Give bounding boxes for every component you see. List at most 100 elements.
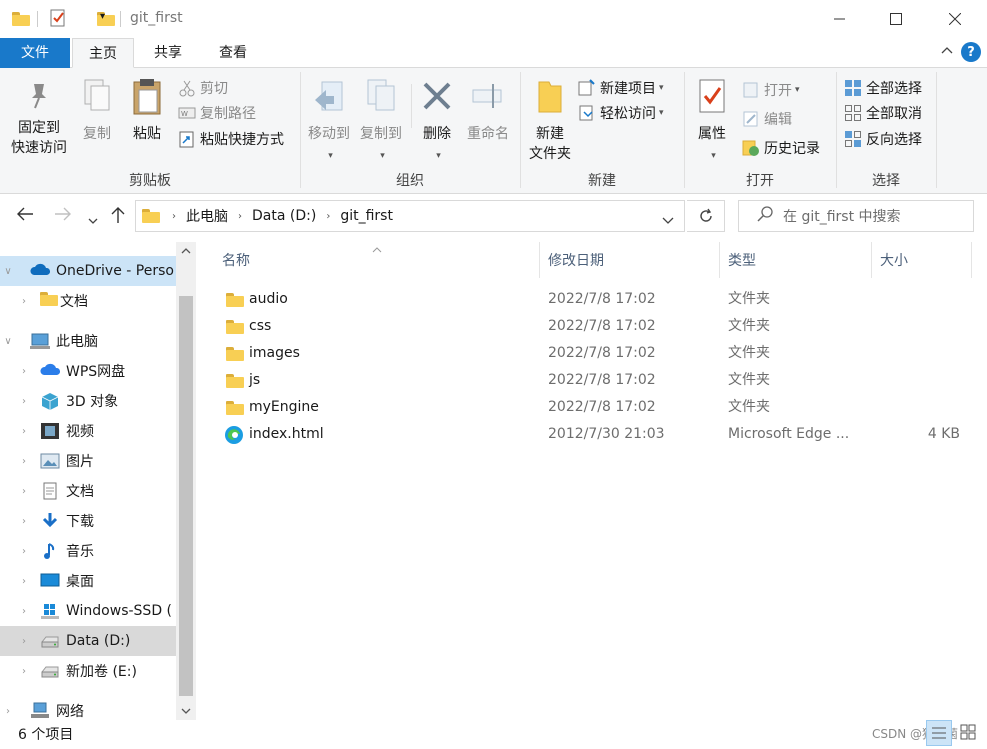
- select-none-icon: [844, 104, 862, 122]
- maximize-button[interactable]: [873, 0, 919, 38]
- new-item-button[interactable]: 新建项目 ▾: [578, 76, 664, 100]
- ribbon-tabs: 文件 主页 共享 查看 ?: [0, 38, 987, 68]
- expand-chevron-icon[interactable]: ›: [16, 546, 32, 557]
- file-row[interactable]: js 2022/7/8 17:02 文件夹: [216, 367, 976, 394]
- edit-button[interactable]: 编辑: [742, 107, 792, 131]
- expand-chevron-icon[interactable]: ›: [16, 486, 32, 497]
- expand-chevron-icon[interactable]: ›: [16, 666, 32, 677]
- cut-button[interactable]: 剪切: [178, 76, 228, 100]
- expand-chevron-icon[interactable]: ›: [16, 296, 32, 307]
- paste-shortcut-button[interactable]: 粘贴快捷方式: [178, 127, 284, 151]
- tab-share[interactable]: 共享: [140, 38, 196, 68]
- breadcrumb-this-pc[interactable]: 此电脑: [186, 206, 228, 226]
- easy-access-button[interactable]: 轻松访问 ▾: [578, 101, 664, 125]
- file-type: 文件夹: [728, 345, 770, 361]
- copy-path-button[interactable]: W 复制路径: [178, 101, 256, 125]
- nav-item-videos[interactable]: › 视频: [0, 416, 176, 446]
- minimize-button[interactable]: [817, 0, 863, 38]
- forward-arrow-icon[interactable]: [54, 206, 72, 226]
- nav-item-downloads[interactable]: › 下载: [0, 506, 176, 536]
- nav-item-this-pc[interactable]: ∨ 此电脑: [0, 326, 176, 356]
- new-folder-button[interactable]: 新建 文件夹: [526, 78, 574, 164]
- search-input[interactable]: 在 git_first 中搜索: [738, 200, 974, 232]
- network-icon: [30, 702, 50, 720]
- customize-quick-access-icon[interactable]: ▾: [100, 11, 105, 22]
- recent-locations-chevron-icon[interactable]: [88, 210, 98, 229]
- column-header-date[interactable]: 修改日期: [540, 242, 720, 278]
- address-history-chevron-icon[interactable]: [662, 213, 674, 229]
- collapse-ribbon-icon[interactable]: [941, 44, 953, 59]
- nav-item-onedrive[interactable]: ∨ OneDrive - Perso: [0, 256, 176, 286]
- expand-chevron-icon[interactable]: ›: [0, 706, 16, 717]
- copy-button[interactable]: 复制: [76, 78, 118, 144]
- breadcrumb-git-first[interactable]: git_first: [340, 208, 393, 224]
- nav-item-music[interactable]: › 音乐: [0, 536, 176, 566]
- column-header-type[interactable]: 类型: [720, 242, 872, 278]
- history-button[interactable]: 历史记录: [742, 136, 820, 160]
- expand-chevron-icon[interactable]: ›: [16, 366, 32, 377]
- file-row[interactable]: audio 2022/7/8 17:02 文件夹: [216, 286, 976, 313]
- file-row[interactable]: myEngine 2022/7/8 17:02 文件夹: [216, 394, 976, 421]
- help-icon[interactable]: ?: [961, 42, 981, 62]
- rename-button[interactable]: 重命名: [462, 78, 514, 144]
- expand-chevron-icon[interactable]: ›: [16, 456, 32, 467]
- up-arrow-icon[interactable]: [110, 206, 126, 228]
- expand-chevron-icon[interactable]: ›: [16, 636, 32, 647]
- select-all-button[interactable]: 全部选择: [844, 76, 922, 100]
- properties-quick-icon[interactable]: [49, 9, 67, 31]
- scroll-thumb[interactable]: [179, 296, 193, 696]
- nav-item-desktop[interactable]: › 桌面: [0, 566, 176, 596]
- expand-chevron-icon[interactable]: ∨: [0, 266, 16, 277]
- properties-button[interactable]: 属性 ▾: [692, 78, 732, 166]
- file-size: 4 KB: [927, 426, 960, 442]
- address-input[interactable]: › 此电脑 › Data (D:) › git_first: [135, 200, 685, 232]
- nav-item-network[interactable]: › 网络: [0, 696, 176, 720]
- close-button[interactable]: [932, 0, 978, 38]
- nav-item-windows-ssd[interactable]: › Windows-SSD (: [0, 596, 176, 626]
- paste-button[interactable]: 粘贴: [124, 78, 170, 144]
- invert-selection-button[interactable]: 反向选择: [844, 127, 922, 151]
- column-header-size[interactable]: 大小: [872, 242, 972, 278]
- file-row[interactable]: index.html 2012/7/30 21:03 Microsoft Edg…: [216, 421, 976, 448]
- breadcrumb-chevron-icon[interactable]: ›: [326, 211, 330, 222]
- breadcrumb-chevron-icon[interactable]: ›: [172, 211, 176, 222]
- large-icons-view-icon[interactable]: [956, 720, 982, 746]
- tab-view[interactable]: 查看: [204, 38, 262, 68]
- copy-to-button[interactable]: 复制到 ▾: [356, 78, 406, 166]
- expand-chevron-icon[interactable]: ›: [16, 396, 32, 407]
- tab-file[interactable]: 文件: [0, 38, 70, 68]
- expand-chevron-icon[interactable]: ›: [16, 516, 32, 527]
- breadcrumb-chevron-icon[interactable]: ›: [238, 211, 242, 222]
- details-view-icon[interactable]: [926, 720, 952, 746]
- expand-chevron-icon[interactable]: ›: [16, 576, 32, 587]
- scroll-up-chevron-icon[interactable]: [181, 244, 191, 259]
- group-separator: [936, 72, 937, 188]
- nav-scrollbar[interactable]: [176, 242, 196, 720]
- file-name: myEngine: [249, 399, 319, 415]
- folder-icon: [226, 293, 244, 307]
- delete-button[interactable]: 删除 ▾: [417, 78, 457, 166]
- expand-chevron-icon[interactable]: ∨: [0, 336, 16, 347]
- pin-to-quick-access-button[interactable]: 固定到 快速访问: [8, 78, 70, 158]
- file-row[interactable]: images 2022/7/8 17:02 文件夹: [216, 340, 976, 367]
- breadcrumb-data-drive[interactable]: Data (D:): [252, 208, 316, 224]
- refresh-button[interactable]: [687, 200, 725, 232]
- scroll-down-chevron-icon[interactable]: [181, 704, 191, 719]
- nav-item-pictures[interactable]: › 图片: [0, 446, 176, 476]
- nav-item-documents-onedrive[interactable]: › 文档: [0, 286, 176, 316]
- nav-item-documents[interactable]: › 文档: [0, 476, 176, 506]
- file-row[interactable]: css 2022/7/8 17:02 文件夹: [216, 313, 976, 340]
- open-button[interactable]: 打开 ▾: [742, 78, 800, 102]
- expand-chevron-icon[interactable]: ›: [16, 606, 32, 617]
- move-to-button[interactable]: 移动到 ▾: [304, 78, 354, 166]
- dropdown-caret-icon: ▾: [795, 85, 800, 95]
- expand-chevron-icon[interactable]: ›: [16, 426, 32, 437]
- nav-item-wps-cloud[interactable]: › WPS网盘: [0, 356, 176, 386]
- tab-home[interactable]: 主页: [72, 38, 134, 68]
- select-none-button[interactable]: 全部取消: [844, 101, 922, 125]
- nav-item-data-drive[interactable]: › Data (D:): [0, 626, 176, 656]
- column-header-name[interactable]: 名称: [214, 242, 540, 278]
- nav-item-3d-objects[interactable]: › 3D 对象: [0, 386, 176, 416]
- back-arrow-icon[interactable]: [16, 206, 34, 226]
- nav-item-new-volume-e[interactable]: › 新加卷 (E:): [0, 656, 176, 686]
